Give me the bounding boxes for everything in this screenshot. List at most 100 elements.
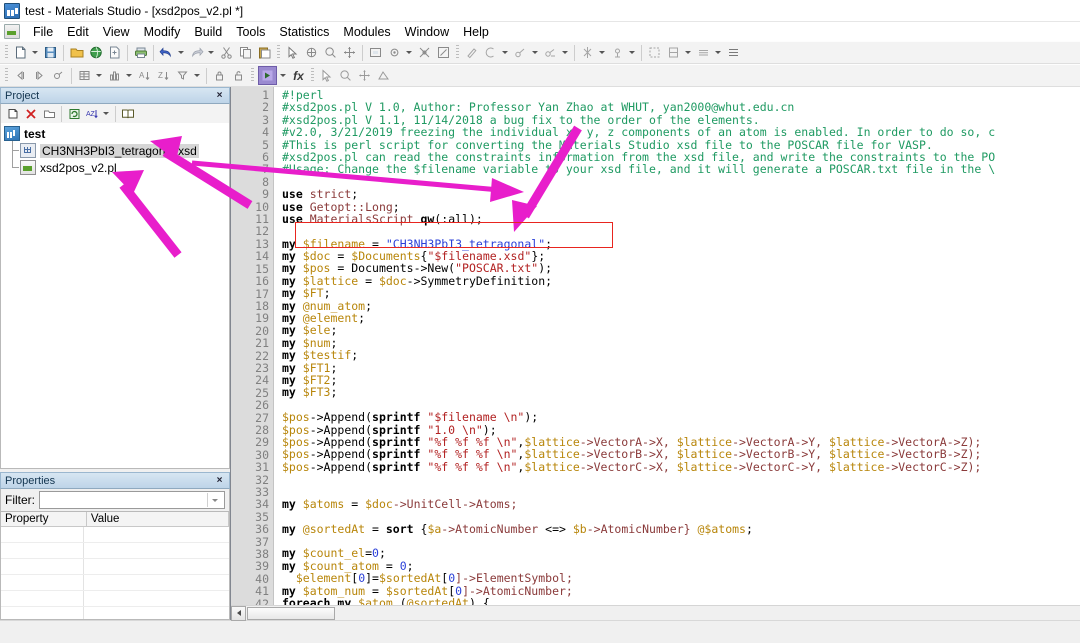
select-tool-icon[interactable] bbox=[318, 67, 335, 84]
table-row[interactable] bbox=[1, 575, 229, 591]
sort-ascending-icon[interactable]: A bbox=[136, 67, 153, 84]
open-folder-icon[interactable] bbox=[40, 105, 58, 122]
horizontal-scrollbar[interactable] bbox=[231, 605, 1080, 621]
menu-item-build[interactable]: Build bbox=[187, 24, 229, 40]
code-line[interactable]: my $lattice = $doc->SymmetryDefinition; bbox=[282, 275, 1080, 287]
sort-icon[interactable]: AZ bbox=[83, 105, 101, 122]
code-line[interactable]: foreach my $atom (@sortedAt) { bbox=[282, 597, 1080, 605]
chevron-down-icon[interactable] bbox=[404, 44, 413, 61]
code-line[interactable]: my $ele; bbox=[282, 324, 1080, 336]
save-icon[interactable] bbox=[42, 44, 59, 61]
code-line[interactable]: use strict; bbox=[282, 188, 1080, 200]
lock-icon[interactable] bbox=[211, 67, 228, 84]
chevron-down-icon[interactable] bbox=[530, 44, 539, 61]
code-line[interactable]: my @sortedAt = sort {$a->AtomicNumber <=… bbox=[282, 522, 1080, 535]
cut-icon[interactable] bbox=[218, 44, 235, 61]
copy-icon[interactable] bbox=[237, 44, 254, 61]
scrollbar-thumb[interactable] bbox=[247, 606, 335, 620]
display-style-icon[interactable] bbox=[386, 44, 403, 61]
menu-item-tools[interactable]: Tools bbox=[229, 24, 272, 40]
delete-icon[interactable] bbox=[22, 105, 40, 122]
menu-item-edit[interactable]: Edit bbox=[60, 24, 96, 40]
code-line[interactable] bbox=[282, 535, 1080, 547]
animation-icon[interactable] bbox=[50, 67, 67, 84]
table-row[interactable] bbox=[1, 559, 229, 575]
undo-icon[interactable] bbox=[158, 44, 175, 61]
print-icon[interactable] bbox=[132, 44, 149, 61]
table-row[interactable] bbox=[1, 607, 229, 619]
measure-icon[interactable] bbox=[435, 44, 452, 61]
code-line[interactable]: #Usage: Change the $filename variable to… bbox=[282, 163, 1080, 175]
pan-icon[interactable] bbox=[356, 67, 373, 84]
supercell-icon[interactable] bbox=[646, 44, 663, 61]
layers-icon[interactable] bbox=[695, 44, 712, 61]
menu-item-window[interactable]: Window bbox=[398, 24, 456, 40]
chevron-down-icon[interactable] bbox=[278, 67, 287, 84]
ring-icon[interactable] bbox=[482, 44, 499, 61]
chevron-down-icon[interactable] bbox=[30, 44, 39, 61]
chevron-down-icon[interactable] bbox=[683, 44, 692, 61]
close-icon[interactable]: × bbox=[214, 90, 225, 101]
sort-descending-icon[interactable]: Z bbox=[155, 67, 172, 84]
chevron-down-icon[interactable] bbox=[500, 44, 509, 61]
toolbar-grip[interactable] bbox=[277, 45, 280, 60]
table-row[interactable] bbox=[1, 591, 229, 607]
chevron-down-icon[interactable] bbox=[713, 44, 722, 61]
chevron-down-icon[interactable] bbox=[192, 67, 201, 84]
code-content[interactable]: #!perl #xsd2pos.pl V 1.0, Author: Profess… bbox=[274, 87, 1080, 605]
code-line[interactable]: my $FT2; bbox=[282, 374, 1080, 386]
menu-item-modify[interactable]: Modify bbox=[137, 24, 188, 40]
zoom-icon[interactable] bbox=[322, 44, 339, 61]
chevron-down-icon[interactable] bbox=[206, 44, 215, 61]
code-line[interactable] bbox=[282, 473, 1080, 485]
open-project-icon[interactable] bbox=[68, 44, 85, 61]
chevron-down-icon[interactable] bbox=[94, 67, 103, 84]
sketch-atom-icon[interactable] bbox=[463, 44, 480, 61]
build-crystal-icon[interactable] bbox=[665, 44, 682, 61]
menu-item-statistics[interactable]: Statistics bbox=[272, 24, 336, 40]
clean-icon[interactable] bbox=[579, 44, 596, 61]
code-line[interactable]: my $testif; bbox=[282, 349, 1080, 361]
book-icon[interactable] bbox=[119, 105, 137, 122]
code-line[interactable] bbox=[282, 176, 1080, 188]
rotate-icon[interactable] bbox=[303, 44, 320, 61]
filter-input-wrapper[interactable] bbox=[39, 491, 225, 509]
scroll-left-arrow-icon[interactable] bbox=[231, 605, 246, 621]
measure-icon[interactable] bbox=[375, 67, 392, 84]
refresh-icon[interactable] bbox=[65, 105, 83, 122]
list-icon[interactable] bbox=[725, 44, 742, 61]
chevron-down-icon[interactable] bbox=[124, 67, 133, 84]
chevron-down-icon[interactable] bbox=[560, 44, 569, 61]
pan-icon[interactable] bbox=[341, 44, 358, 61]
toolbar-grip[interactable] bbox=[5, 68, 8, 83]
filter-input[interactable] bbox=[42, 493, 207, 507]
project-tree[interactable]: test CH3NH3PbI3_tetragonal.xsd xsd2pos_v… bbox=[0, 123, 230, 469]
modify-element-icon[interactable] bbox=[542, 44, 559, 61]
code-line[interactable]: my $FT1; bbox=[282, 361, 1080, 374]
unlock-icon[interactable] bbox=[230, 67, 247, 84]
menu-item-modules[interactable]: Modules bbox=[336, 24, 397, 40]
toolbar-grip[interactable] bbox=[456, 45, 459, 60]
column-header-value[interactable]: Value bbox=[87, 512, 229, 526]
code-line[interactable]: my $FT; bbox=[282, 287, 1080, 299]
export-icon[interactable] bbox=[106, 44, 123, 61]
chevron-down-icon[interactable] bbox=[101, 105, 110, 122]
previous-frame-icon[interactable] bbox=[12, 67, 29, 84]
properties-grid[interactable]: Property Value bbox=[0, 511, 230, 620]
atom-volume-icon[interactable] bbox=[416, 44, 433, 61]
bond-icon[interactable] bbox=[512, 44, 529, 61]
new-folder-icon[interactable] bbox=[4, 105, 22, 122]
chevron-down-icon[interactable] bbox=[627, 44, 636, 61]
function-icon[interactable]: fx bbox=[290, 67, 307, 84]
filter-icon[interactable] bbox=[174, 67, 191, 84]
paste-icon[interactable] bbox=[256, 44, 273, 61]
toolbar-grip[interactable] bbox=[251, 68, 254, 83]
menu-item-help[interactable]: Help bbox=[456, 24, 496, 40]
toolbar-grip[interactable] bbox=[5, 45, 8, 60]
symmetry-icon[interactable] bbox=[609, 44, 626, 61]
tree-node-xsd-file[interactable]: CH3NH3PbI3_tetragonal.xsd bbox=[4, 142, 229, 159]
column-header-property[interactable]: Property bbox=[1, 512, 87, 526]
close-icon[interactable]: × bbox=[214, 475, 225, 486]
next-frame-icon[interactable] bbox=[31, 67, 48, 84]
code-line[interactable]: my @num_atom; bbox=[282, 299, 1080, 312]
